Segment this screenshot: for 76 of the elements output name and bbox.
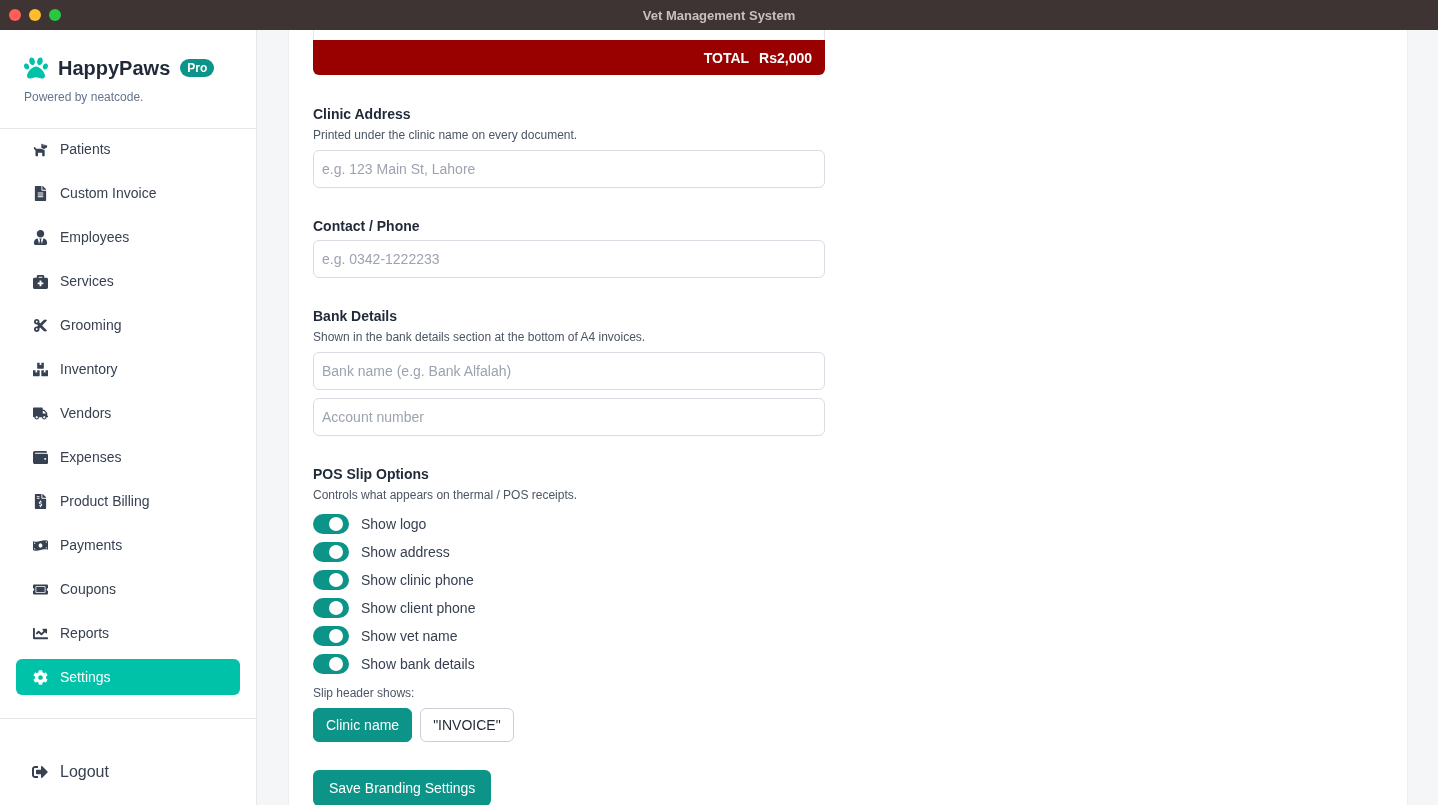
- section-title: Bank Details: [313, 308, 399, 324]
- sidebar-item-label: Services: [60, 273, 114, 289]
- slip-header-label: Slip header shows:: [313, 686, 416, 700]
- sidebar-item-label: Payments: [60, 537, 123, 553]
- toggle-label: Show address: [361, 544, 450, 560]
- input-field[interactable]: e.g. 0342-1222233: [313, 240, 825, 278]
- sidebar-item-label: Custom Invoice: [60, 185, 157, 201]
- sidebar-item[interactable]: Vendors: [16, 395, 240, 431]
- sidebar-item-label: Reports: [60, 625, 110, 641]
- sidebar-item[interactable]: Payments: [16, 527, 240, 563]
- total-value: Rs2,000: [759, 49, 812, 66]
- sidebar-item[interactable]: Reports: [16, 615, 240, 651]
- sidebar-item[interactable]: Inventory: [16, 351, 240, 387]
- sidebar-item-label: Settings: [60, 669, 111, 685]
- close-button[interactable]: [9, 9, 21, 21]
- settings-icon: [33, 669, 48, 685]
- tagline: Powered by neatcode.: [24, 90, 145, 104]
- truck-icon: [33, 405, 48, 421]
- pro-badge: Pro: [180, 59, 215, 77]
- header-option[interactable]: Clinic name: [313, 708, 413, 742]
- toggle-switch[interactable]: [313, 542, 349, 562]
- sidebar-item-label: Coupons: [60, 581, 117, 597]
- input-field[interactable]: Account number: [313, 398, 825, 436]
- section-title: POS Slip Options: [313, 466, 430, 482]
- person-icon: [33, 229, 48, 245]
- toggle-label: Show client phone: [361, 600, 476, 616]
- sidebar-item-label: Employees: [60, 229, 130, 245]
- sidebar-item-label: Vendors: [60, 405, 112, 421]
- toggle-switch[interactable]: [313, 626, 349, 646]
- section-title: Contact / Phone: [313, 218, 421, 234]
- toggle-switch[interactable]: [313, 654, 349, 674]
- toggle-label: Show vet name: [361, 628, 458, 644]
- input-field[interactable]: Bank name (e.g. Bank Alfalah): [313, 352, 825, 390]
- brand-name: HappyPaws: [58, 56, 171, 80]
- money-icon: [33, 537, 48, 553]
- toggle-label: Show bank details: [361, 656, 475, 672]
- paw-icon: [24, 56, 48, 80]
- dog-icon: [33, 141, 48, 157]
- sidebar-item-label: Grooming: [60, 317, 122, 333]
- window-title: Vet Management System: [642, 7, 796, 23]
- section-hint: Shown in the bank details section at the bottom of A4 invoices.: [313, 330, 647, 344]
- section-hint: Printed under the clinic name on every document.: [313, 128, 579, 142]
- sidebar-item[interactable]: Coupons: [16, 571, 240, 607]
- input-field[interactable]: e.g. 123 Main St, Lahore: [313, 150, 825, 188]
- toggle-label: Show logo: [361, 516, 427, 532]
- save-button[interactable]: Save Branding Settings: [313, 770, 492, 805]
- zoom-button[interactable]: [49, 9, 61, 21]
- toggle-switch[interactable]: [313, 570, 349, 590]
- sidebar-item-label: Patients: [60, 141, 111, 157]
- scissors-icon: [33, 317, 48, 333]
- sidebar-item[interactable]: Custom Invoice: [16, 175, 240, 211]
- boxes-icon: [33, 361, 48, 377]
- sidebar-item[interactable]: Employees: [16, 219, 240, 255]
- section-hint: Controls what appears on thermal / POS receipts.: [313, 488, 579, 502]
- toggle-label: Show clinic phone: [361, 572, 474, 588]
- toggle-switch[interactable]: [313, 598, 349, 618]
- chart-icon: [33, 625, 48, 641]
- invoice-icon: [33, 493, 48, 509]
- sidebar-item[interactable]: Product Billing: [16, 483, 240, 519]
- logout-link[interactable]: Logout: [32, 763, 109, 781]
- sidebar-item[interactable]: Expenses: [16, 439, 240, 475]
- sidebar-item[interactable]: Grooming: [16, 307, 240, 343]
- medical-case-icon: [33, 273, 48, 289]
- sidebar-item[interactable]: Services: [16, 263, 240, 299]
- total-label: TOTAL: [703, 49, 750, 66]
- wallet-icon: [33, 449, 48, 465]
- section-title: Clinic Address: [313, 106, 412, 122]
- sidebar-item-label: Inventory: [60, 361, 118, 377]
- header-option[interactable]: "INVOICE": [420, 708, 514, 742]
- document-icon: [33, 185, 48, 201]
- toggle-switch[interactable]: [313, 514, 349, 534]
- minimize-button[interactable]: [29, 9, 41, 21]
- sidebar-item[interactable]: Patients: [16, 131, 240, 167]
- sidebar-item-label: Product Billing: [60, 493, 150, 509]
- logout-icon: [32, 764, 48, 780]
- sidebar-item-label: Expenses: [60, 449, 122, 465]
